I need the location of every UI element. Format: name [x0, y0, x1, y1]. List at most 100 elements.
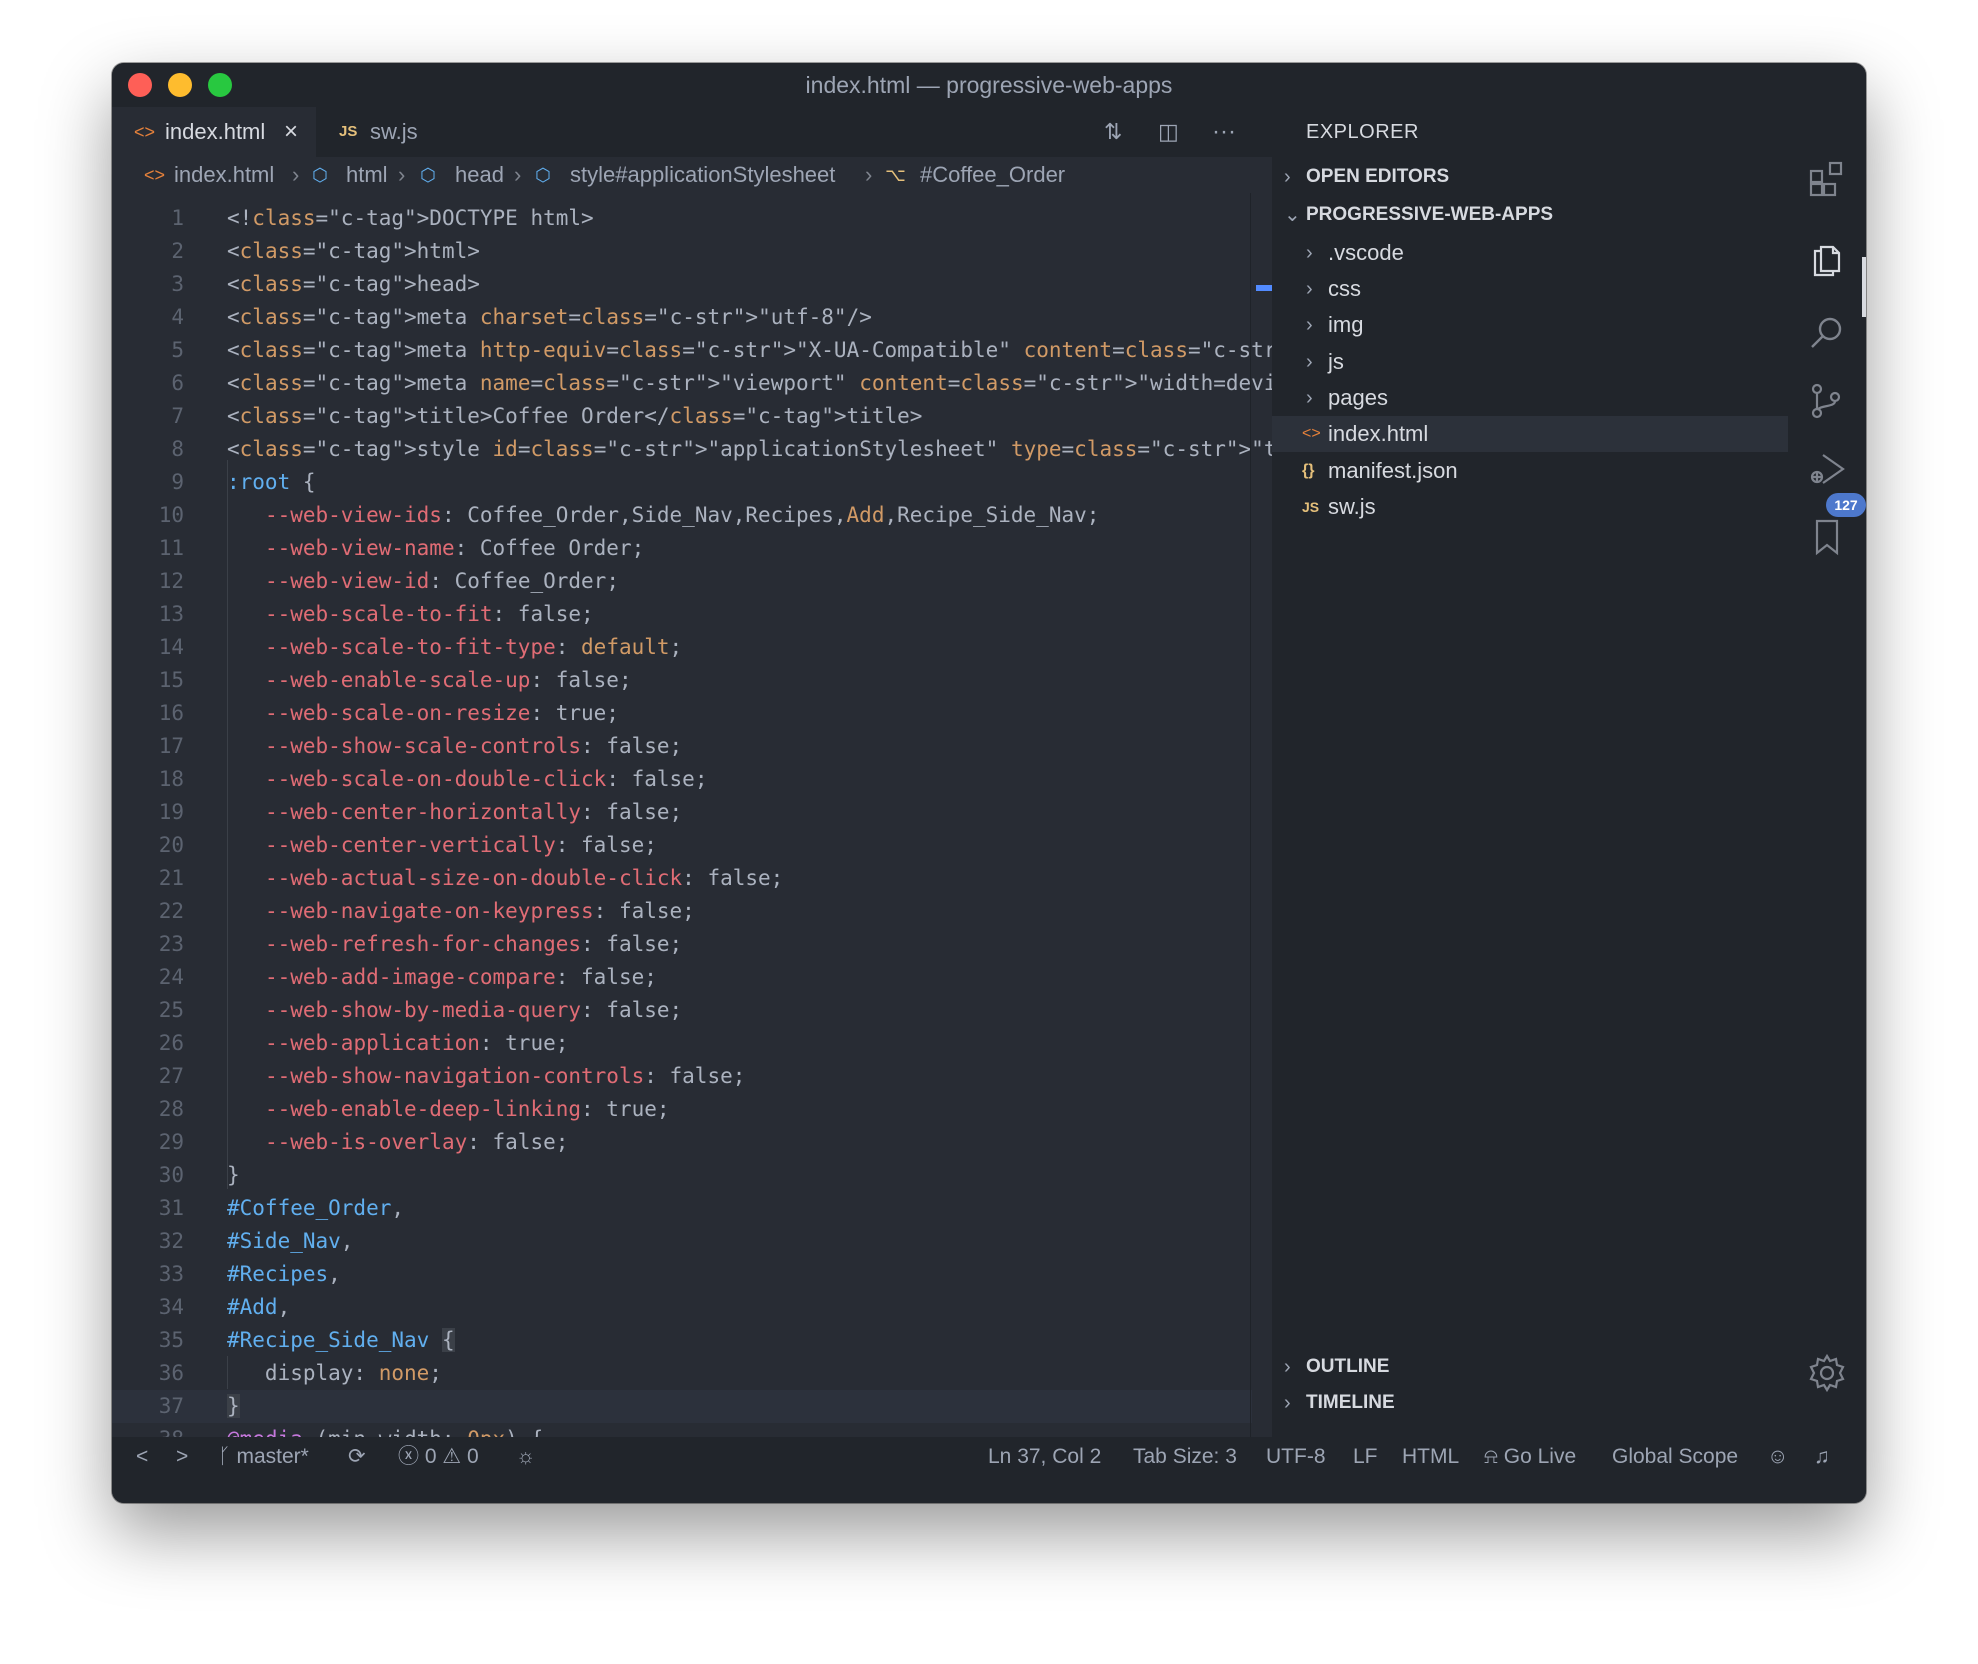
line-number[interactable]: 17 — [112, 730, 184, 763]
line-number[interactable]: 35 — [112, 1324, 184, 1357]
git-branch-item[interactable]: ᚴ master* — [218, 1437, 309, 1477]
line-number[interactable]: 31 — [112, 1192, 184, 1225]
code-line[interactable]: 37} — [112, 1390, 1252, 1423]
feedback-icon[interactable]: ☺ — [1767, 1437, 1788, 1477]
tree-folder-vscode[interactable]: › .vscode — [1272, 235, 1788, 271]
code-line[interactable]: 20 --web-center-vertically: false; — [112, 829, 1252, 862]
line-number[interactable]: 10 — [112, 499, 184, 532]
code-line[interactable]: 30} — [112, 1159, 1252, 1192]
cursor-position[interactable]: Ln 37, Col 2 — [988, 1437, 1101, 1477]
line-number[interactable]: 12 — [112, 565, 184, 598]
tree-file-sw-js[interactable]: JS sw.js — [1272, 489, 1788, 525]
tree-file-manifest-json[interactable]: {} manifest.json — [1272, 453, 1788, 489]
code-line[interactable]: 13 --web-scale-to-fit: false; — [112, 598, 1252, 631]
line-number[interactable]: 14 — [112, 631, 184, 664]
scope-item[interactable]: Global Scope — [1612, 1437, 1738, 1477]
code-line[interactable]: 11 --web-view-name: Coffee Order; — [112, 532, 1252, 565]
line-number[interactable]: 13 — [112, 598, 184, 631]
line-number[interactable]: 34 — [112, 1291, 184, 1324]
code-line[interactable]: 32 #Side_Nav, — [112, 1225, 1252, 1258]
code-line[interactable]: 22 --web-navigate-on-keypress: false; — [112, 895, 1252, 928]
end-of-line[interactable]: LF — [1353, 1437, 1378, 1477]
tree-folder-css[interactable]: › css — [1272, 271, 1788, 307]
breadcrumb-item[interactable]: html — [346, 157, 388, 193]
code-line[interactable]: 33 #Recipes, — [112, 1258, 1252, 1291]
tree-folder-img[interactable]: › img — [1272, 307, 1788, 343]
code-line[interactable]: 4 <class="c-tag">meta charset=class="c-st… — [112, 301, 1252, 334]
line-number[interactable]: 2 — [112, 235, 184, 268]
code-line[interactable]: 35 #Recipe_Side_Nav { — [112, 1324, 1252, 1357]
tab-index-html[interactable]: <> index.html × — [112, 107, 316, 157]
code-line[interactable]: 10 --web-view-ids: Coffee_Order,Side_Nav… — [112, 499, 1252, 532]
breadcrumb-item[interactable]: #Coffee_Order — [920, 157, 1065, 193]
extensions-icon[interactable] — [1788, 149, 1866, 209]
run-debug-icon[interactable] — [1788, 439, 1866, 499]
line-number[interactable]: 38 — [112, 1423, 184, 1437]
code-line[interactable]: 1 <!class="c-tag">DOCTYPE html> — [112, 202, 1252, 235]
source-control-icon[interactable] — [1788, 371, 1866, 431]
open-editors-section[interactable]: › OPEN EDITORS — [1272, 159, 1788, 195]
line-number[interactable]: 26 — [112, 1027, 184, 1060]
code-line[interactable]: 9:root { — [112, 466, 1252, 499]
project-section[interactable]: ⌄ PROGRESSIVE-WEB-APPS — [1272, 197, 1788, 233]
line-number[interactable]: 20 — [112, 829, 184, 862]
line-number[interactable]: 15 — [112, 664, 184, 697]
code-line[interactable]: 2 <class="c-tag">html> — [112, 235, 1252, 268]
code-line[interactable]: 27 --web-show-navigation-controls: false… — [112, 1060, 1252, 1093]
code-line[interactable]: 34 #Add, — [112, 1291, 1252, 1324]
line-number[interactable]: 22 — [112, 895, 184, 928]
tree-folder-js[interactable]: › js — [1272, 344, 1788, 380]
line-number[interactable]: 37 — [112, 1390, 184, 1423]
line-number[interactable]: 27 — [112, 1060, 184, 1093]
line-number[interactable]: 5 — [112, 334, 184, 367]
code-editor[interactable]: 1 <!class="c-tag">DOCTYPE html> 2 <class="c… — [112, 193, 1272, 1437]
line-number[interactable]: 8 — [112, 433, 184, 466]
bookmark-icon[interactable] — [1788, 507, 1866, 567]
breadcrumb-item[interactable]: head — [455, 157, 504, 193]
sync-icon[interactable]: ⟳ — [348, 1437, 366, 1477]
code-line[interactable]: 6 <class="c-tag">meta name=class="c-str">… — [112, 367, 1272, 400]
code-line[interactable]: 8 <class="c-tag">style id=class="c-str">"… — [112, 433, 1272, 466]
encoding[interactable]: UTF-8 — [1266, 1437, 1326, 1477]
breadcrumb-item[interactable]: style#applicationStylesheet — [570, 157, 835, 193]
code-line[interactable]: 3 <class="c-tag">head> — [112, 268, 1252, 301]
code-line[interactable]: 23 --web-refresh-for-changes: false; — [112, 928, 1252, 961]
close-icon[interactable]: × — [284, 107, 298, 157]
language-mode[interactable]: HTML — [1402, 1437, 1459, 1477]
code-line[interactable]: 19 --web-center-horizontally: false; — [112, 796, 1252, 829]
code-line[interactable]: 29 --web-is-overlay: false; — [112, 1126, 1252, 1159]
code-line[interactable]: 26 --web-application: true; — [112, 1027, 1252, 1060]
line-number[interactable]: 29 — [112, 1126, 184, 1159]
more-actions-icon[interactable]: ··· — [1212, 107, 1236, 157]
code-line[interactable]: 38 @media (min-width: 0px) { — [112, 1423, 1252, 1437]
settings-gear-icon[interactable] — [1788, 1343, 1866, 1403]
notifications-bell-icon[interactable]: ♫ — [1814, 1437, 1830, 1477]
breadcrumb-item[interactable]: index.html — [174, 157, 274, 193]
back-button[interactable]: < — [136, 1437, 148, 1477]
line-number[interactable]: 7 — [112, 400, 184, 433]
line-number[interactable]: 30 — [112, 1159, 184, 1192]
line-number[interactable]: 25 — [112, 994, 184, 1027]
code-line[interactable]: 7 <class="c-tag">title>Coffee Order</clas… — [112, 400, 1252, 433]
problems-item[interactable]: ⓧ 0 ⚠ 0 — [398, 1437, 479, 1477]
line-number[interactable]: 36 — [112, 1357, 184, 1390]
timeline-section[interactable]: › TIMELINE — [1272, 1385, 1788, 1421]
tree-folder-pages[interactable]: › pages — [1272, 380, 1788, 416]
line-number[interactable]: 11 — [112, 532, 184, 565]
tree-file-index-html[interactable]: <> index.html — [1272, 416, 1788, 452]
code-line[interactable]: 17 --web-show-scale-controls: false; — [112, 730, 1252, 763]
line-number[interactable]: 32 — [112, 1225, 184, 1258]
code-line[interactable]: 12 --web-view-id: Coffee_Order; — [112, 565, 1252, 598]
code-line[interactable]: 15 --web-enable-scale-up: false; — [112, 664, 1252, 697]
code-line[interactable]: 36 display: none; — [112, 1357, 1252, 1390]
line-number[interactable]: 28 — [112, 1093, 184, 1126]
line-number[interactable]: 33 — [112, 1258, 184, 1291]
bug-icon[interactable]: ☼ — [516, 1437, 535, 1477]
explorer-files-icon[interactable] — [1788, 227, 1866, 287]
line-number[interactable]: 16 — [112, 697, 184, 730]
go-live-item[interactable]: ⍾ Go Live — [1484, 1437, 1576, 1477]
forward-button[interactable]: > — [176, 1437, 188, 1477]
code-line[interactable]: 16 --web-scale-on-resize: true; — [112, 697, 1252, 730]
code-line[interactable]: 14 --web-scale-to-fit-type: default; — [112, 631, 1252, 664]
open-changes-icon[interactable]: ⇅ — [1104, 107, 1122, 157]
